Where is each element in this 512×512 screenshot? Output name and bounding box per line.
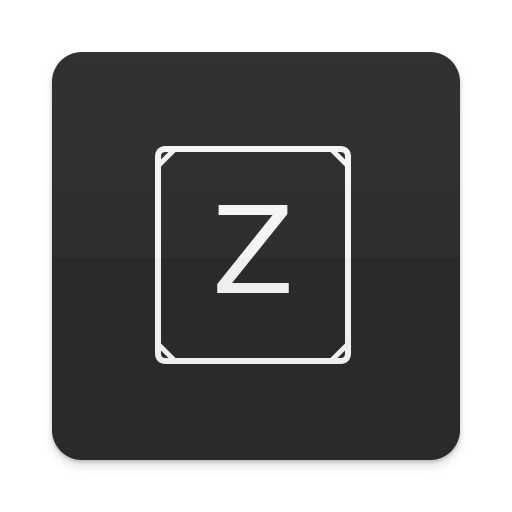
app-icon-tile: Z <box>52 52 460 460</box>
z-keycap-icon: Z <box>153 144 353 366</box>
keycap-letter: Z <box>211 183 295 322</box>
icon-canvas: Z <box>0 0 512 512</box>
